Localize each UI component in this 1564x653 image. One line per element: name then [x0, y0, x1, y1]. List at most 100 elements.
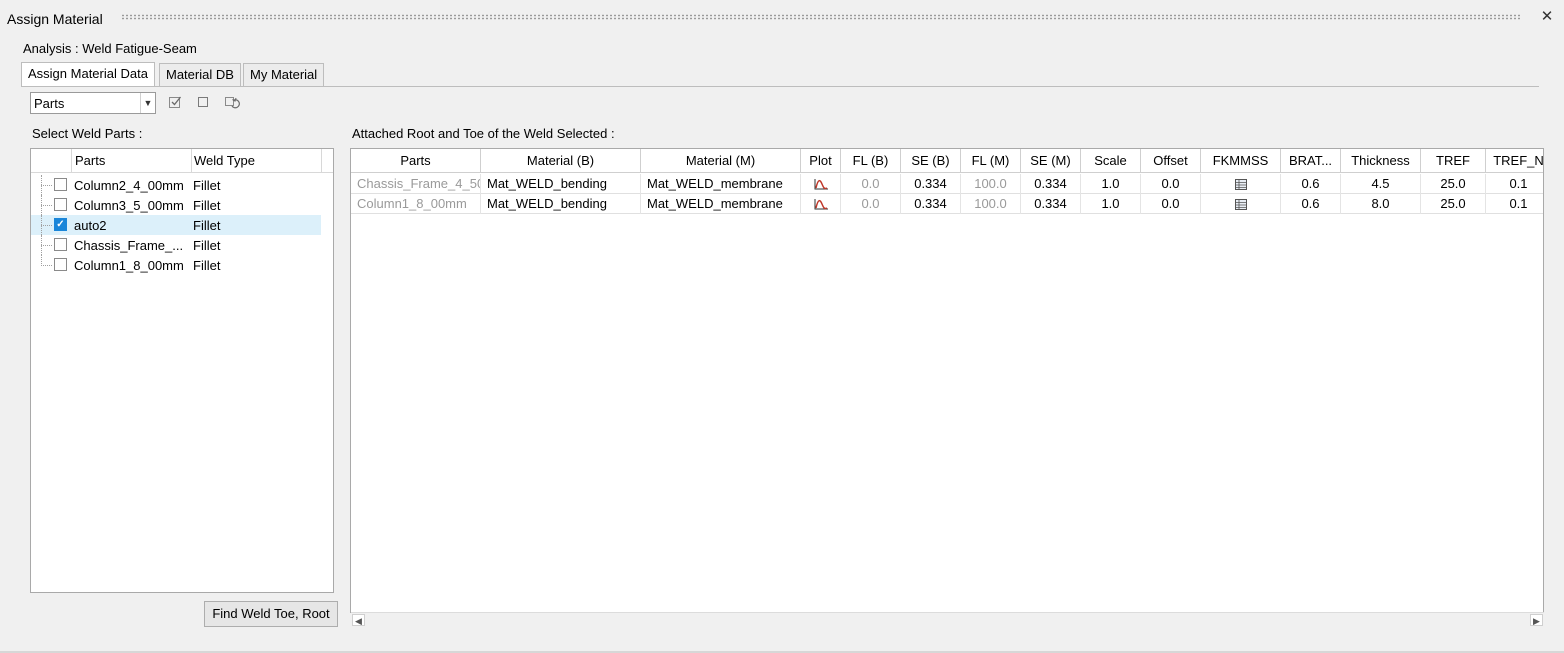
weld-type: Fillet — [193, 198, 221, 213]
entity-type-select[interactable]: Parts ▼ — [30, 92, 156, 114]
weld-type: Fillet — [193, 178, 221, 193]
cell-se-b[interactable]: 0.334 — [901, 194, 961, 214]
cell-brat[interactable]: 0.6 — [1281, 194, 1341, 214]
cell-se-m[interactable]: 0.334 — [1021, 194, 1081, 214]
weld-type: Fillet — [193, 258, 221, 273]
column-header[interactable]: SE (B) — [901, 149, 961, 173]
weld-parts-tree[interactable]: Parts Weld Type Column2_4_00mm Fillet Co… — [30, 148, 334, 593]
cell-tref[interactable]: 25.0 — [1421, 194, 1486, 214]
part-name: auto2 — [74, 218, 107, 233]
scroll-right-icon[interactable]: ▶ — [1530, 614, 1543, 626]
list-item[interactable]: Column3_5_00mm Fillet — [31, 195, 321, 215]
cell-se-b[interactable]: 0.334 — [901, 174, 961, 194]
entity-type-value: Parts — [34, 96, 65, 111]
column-header[interactable]: Material (M) — [641, 149, 801, 173]
cell-material-m[interactable]: Mat_WELD_membrane — [641, 174, 801, 194]
cell-material-b[interactable]: Mat_WELD_bending — [481, 194, 641, 214]
part-name: Column2_4_00mm — [74, 178, 184, 193]
cell-scale[interactable]: 1.0 — [1081, 194, 1141, 214]
horizontal-scrollbar[interactable]: ◀ ▶ — [351, 612, 1544, 627]
cell-offset[interactable]: 0.0 — [1141, 174, 1201, 194]
cell-thickness[interactable]: 8.0 — [1341, 194, 1421, 214]
table-row[interactable]: Chassis_Frame_4_50 Mat_WELD_bending Mat_… — [351, 174, 1543, 194]
tab-divider — [22, 86, 1539, 87]
chevron-down-icon[interactable]: ▼ — [140, 93, 155, 113]
table-grid-icon[interactable] — [1234, 178, 1248, 191]
header-weld-type[interactable]: Weld Type — [192, 149, 322, 173]
tree-line — [41, 225, 52, 227]
part-checkbox[interactable] — [54, 178, 67, 191]
header-spacer — [31, 149, 72, 173]
close-icon[interactable]: ✕ — [1539, 9, 1555, 25]
cell-tref-n[interactable]: 0.1 — [1486, 194, 1543, 214]
header-parts[interactable]: Parts — [72, 149, 192, 173]
column-header[interactable]: BRAT... — [1281, 149, 1341, 173]
cell-tref[interactable]: 25.0 — [1421, 174, 1486, 194]
tree-line — [41, 185, 52, 187]
tree-line — [41, 245, 52, 247]
part-checkbox[interactable] — [54, 198, 67, 211]
tree-line — [41, 205, 52, 207]
window-title: Assign Material — [7, 11, 103, 27]
grid-header: Parts Material (B) Material (M) Plot FL … — [351, 149, 1543, 173]
column-header[interactable]: Plot — [801, 149, 841, 173]
cell-offset[interactable]: 0.0 — [1141, 194, 1201, 214]
column-header[interactable]: Material (B) — [481, 149, 641, 173]
plot-curve-icon[interactable] — [813, 198, 829, 211]
cell-se-m[interactable]: 0.334 — [1021, 174, 1081, 194]
cell-brat[interactable]: 0.6 — [1281, 174, 1341, 194]
scroll-left-icon[interactable]: ◀ — [352, 614, 365, 626]
cell-fl-b[interactable]: 0.0 — [841, 174, 901, 194]
column-header[interactable]: Offset — [1141, 149, 1201, 173]
part-checkbox[interactable] — [54, 238, 67, 251]
cell-thickness[interactable]: 4.5 — [1341, 174, 1421, 194]
cell-fl-m[interactable]: 100.0 — [961, 174, 1021, 194]
table-row[interactable]: Column1_8_00mm Mat_WELD_bending Mat_WELD… — [351, 194, 1543, 214]
cell-scale[interactable]: 1.0 — [1081, 174, 1141, 194]
weld-type: Fillet — [193, 238, 221, 253]
refresh-icon[interactable] — [224, 95, 240, 111]
cell-fl-m[interactable]: 100.0 — [961, 194, 1021, 214]
column-header[interactable]: FL (M) — [961, 149, 1021, 173]
list-item[interactable]: Column1_8_00mm Fillet — [31, 255, 321, 275]
weld-parts-header: Parts Weld Type — [31, 149, 333, 173]
column-header[interactable]: Parts — [351, 149, 481, 173]
cell-tref-n[interactable]: 0.1 — [1486, 174, 1543, 194]
cell-part: Chassis_Frame_4_50 — [351, 174, 481, 194]
part-checkbox-checked[interactable]: ✓ — [54, 218, 67, 231]
column-header[interactable]: SE (M) — [1021, 149, 1081, 173]
column-header[interactable]: Scale — [1081, 149, 1141, 173]
weld-type: Fillet — [193, 218, 221, 233]
table-grid-icon[interactable] — [1234, 198, 1248, 211]
analysis-label: Analysis : Weld Fatigue-Seam — [23, 41, 197, 56]
cell-plot[interactable] — [801, 174, 841, 194]
column-header[interactable]: FKMMSS — [1201, 149, 1281, 173]
tree-line — [41, 265, 52, 267]
uncheck-all-icon[interactable] — [195, 95, 211, 111]
part-name: Chassis_Frame_... — [74, 238, 184, 253]
cell-fkmmss[interactable] — [1201, 174, 1281, 194]
cell-fl-b[interactable]: 0.0 — [841, 194, 901, 214]
title-drag-grip[interactable] — [121, 14, 1521, 20]
list-item-selected[interactable]: ✓ auto2 Fillet — [31, 215, 321, 235]
tab-material-db[interactable]: Material DB — [159, 63, 241, 86]
cell-material-m[interactable]: Mat_WELD_membrane — [641, 194, 801, 214]
plot-curve-icon[interactable] — [813, 178, 829, 191]
column-header[interactable]: Thickness — [1341, 149, 1421, 173]
cell-part: Column1_8_00mm — [351, 194, 481, 214]
find-weld-toe-root-button[interactable]: Find Weld Toe, Root — [204, 601, 338, 627]
tab-assign-material-data[interactable]: Assign Material Data — [21, 62, 155, 87]
list-item[interactable]: Chassis_Frame_... Fillet — [31, 235, 321, 255]
tab-my-material[interactable]: My Material — [243, 63, 325, 86]
column-header[interactable]: TREF_N — [1486, 149, 1543, 173]
column-header[interactable]: TREF — [1421, 149, 1486, 173]
check-all-icon[interactable] — [167, 95, 183, 111]
cell-plot[interactable] — [801, 194, 841, 214]
column-header[interactable]: FL (B) — [841, 149, 901, 173]
list-item[interactable]: Column2_4_00mm Fillet — [31, 175, 321, 195]
part-name: Column1_8_00mm — [74, 258, 184, 273]
part-checkbox[interactable] — [54, 258, 67, 271]
cell-fkmmss[interactable] — [1201, 194, 1281, 214]
attached-weld-grid[interactable]: Parts Material (B) Material (M) Plot FL … — [350, 148, 1544, 613]
cell-material-b[interactable]: Mat_WELD_bending — [481, 174, 641, 194]
